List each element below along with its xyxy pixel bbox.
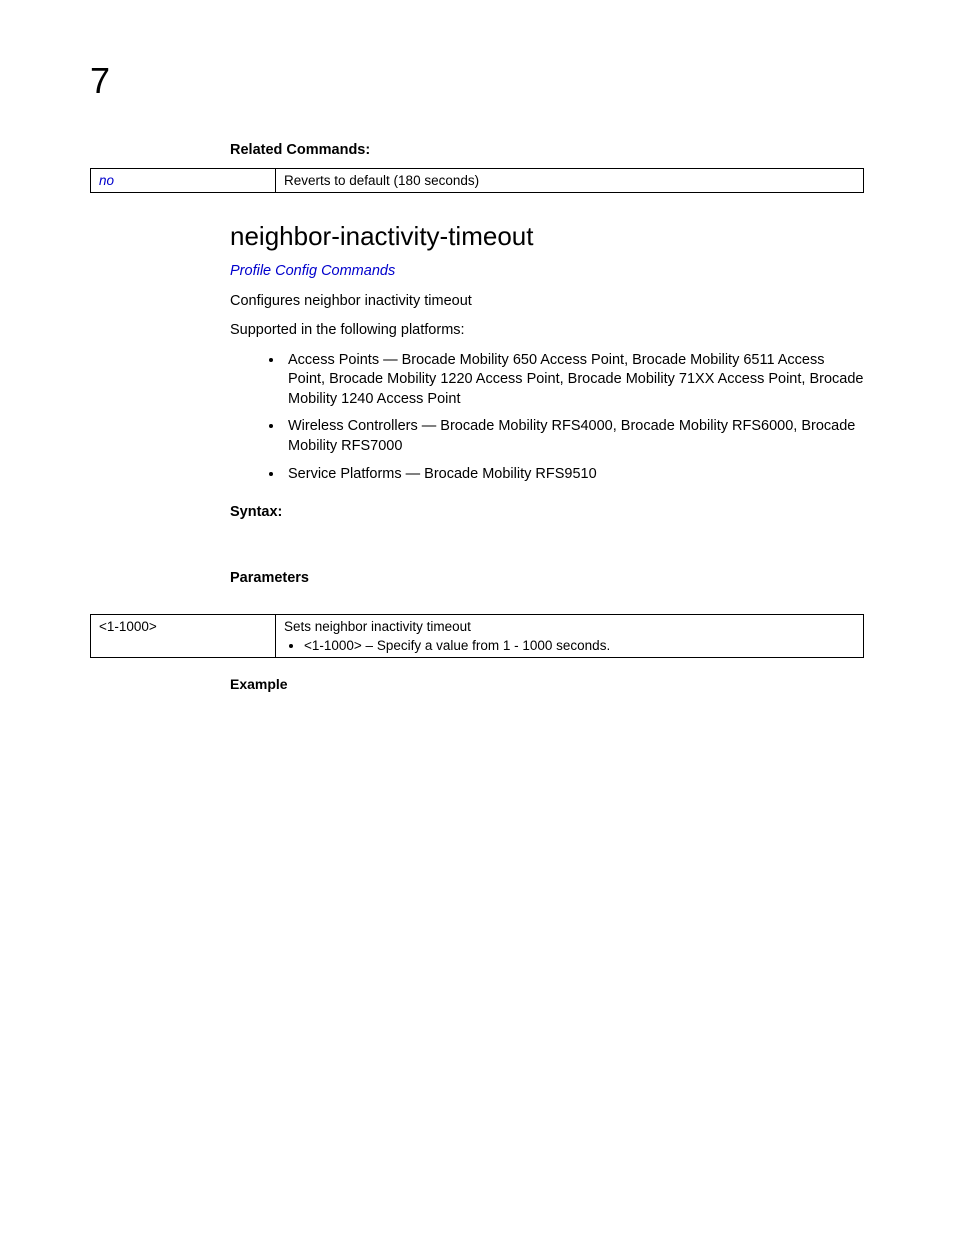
platform-list: Access Points — Brocade Mobility 650 Acc… xyxy=(230,351,864,484)
example-heading: Example xyxy=(230,676,864,692)
list-item: Service Platforms — Brocade Mobility RFS… xyxy=(284,465,864,485)
param-name-cell: <1-1000> xyxy=(91,615,276,658)
command-title: neighbor-inactivity-timeout xyxy=(230,221,864,252)
list-item: <1-1000> – Specify a value from 1 - 1000… xyxy=(304,638,855,653)
page: 7 Related Commands: no Reverts to defaul… xyxy=(0,0,954,1235)
section-link: Profile Config Commands xyxy=(230,262,864,282)
list-item: Access Points — Brocade Mobility 650 Acc… xyxy=(284,351,864,410)
param-desc-bullets: <1-1000> – Specify a value from 1 - 1000… xyxy=(284,638,855,653)
param-desc-main: Sets neighbor inactivity timeout xyxy=(284,619,855,634)
parameters-heading: Parameters xyxy=(230,570,864,586)
command-description: Configures neighbor inactivity timeout xyxy=(230,292,864,312)
related-command-name-cell: no xyxy=(91,169,276,193)
parameters-table: <1-1000> Sets neighbor inactivity timeou… xyxy=(90,614,864,658)
spacer xyxy=(230,530,864,550)
list-item: Wireless Controllers — Brocade Mobility … xyxy=(284,417,864,456)
related-commands-table: no Reverts to default (180 seconds) xyxy=(90,168,864,193)
content-area: Related Commands: no Reverts to default … xyxy=(230,142,864,692)
chapter-number: 7 xyxy=(90,60,864,102)
table-row: no Reverts to default (180 seconds) xyxy=(91,169,864,193)
syntax-heading: Syntax: xyxy=(230,504,864,520)
supported-intro: Supported in the following platforms: xyxy=(230,321,864,341)
profile-config-link[interactable]: Profile Config Commands xyxy=(230,263,395,279)
spacer xyxy=(230,596,864,614)
command-link[interactable]: no xyxy=(99,173,114,188)
related-command-desc-cell: Reverts to default (180 seconds) xyxy=(276,169,864,193)
related-commands-heading: Related Commands: xyxy=(230,142,864,158)
table-row: <1-1000> Sets neighbor inactivity timeou… xyxy=(91,615,864,658)
param-desc-cell: Sets neighbor inactivity timeout <1-1000… xyxy=(276,615,864,658)
